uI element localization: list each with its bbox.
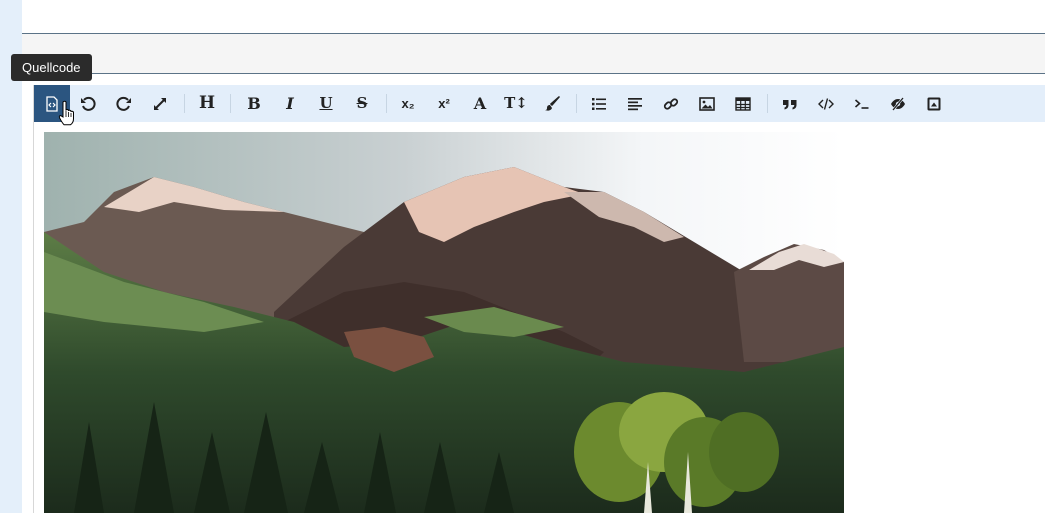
font-size-icon: T↕: [504, 94, 528, 112]
toolbar-separator: [576, 94, 577, 113]
expand-icon: [152, 96, 168, 112]
redo-button[interactable]: [106, 85, 142, 122]
heading-button[interactable]: H: [189, 85, 225, 122]
image-icon: [699, 96, 715, 112]
undo-icon: [80, 96, 96, 112]
redo-icon: [116, 96, 132, 112]
blockquote-button[interactable]: [772, 85, 808, 122]
section-bar: [22, 34, 1045, 74]
font-button[interactable]: A: [462, 85, 498, 122]
subscript-icon: x₂: [401, 96, 415, 111]
inline-code-button[interactable]: [808, 85, 844, 122]
underline-icon: U: [319, 94, 333, 112]
bold-icon: B: [247, 93, 261, 113]
page: H B I U S x₂ x² A T↕ Quellcode: [0, 0, 1045, 513]
rich-text-editor[interactable]: H B I U S x₂ x² A T↕: [33, 85, 1045, 513]
toolbar-separator: [386, 94, 387, 113]
bold-button[interactable]: B: [236, 85, 272, 122]
table-icon: [735, 96, 751, 112]
toolbar-separator: [767, 94, 768, 113]
undo-button[interactable]: [70, 85, 106, 122]
text-field-area[interactable]: [22, 0, 1045, 34]
fullscreen-button[interactable]: [142, 85, 178, 122]
underline-button[interactable]: U: [308, 85, 344, 122]
paintbrush-icon: [544, 95, 560, 112]
link-button[interactable]: [653, 85, 689, 122]
hand-cursor-icon: [58, 100, 74, 133]
image-button[interactable]: [689, 85, 725, 122]
eye-slash-icon: [890, 96, 906, 112]
superscript-button[interactable]: x²: [426, 85, 462, 122]
content-image: [44, 132, 844, 513]
superscript-icon: x²: [438, 96, 450, 111]
font-size-button[interactable]: T↕: [498, 85, 534, 122]
subscript-button[interactable]: x₂: [390, 85, 426, 122]
media-button[interactable]: [916, 85, 952, 122]
list-icon: [591, 96, 607, 112]
align-button[interactable]: [617, 85, 653, 122]
heading-icon: H: [198, 93, 216, 113]
italic-button[interactable]: I: [272, 85, 308, 122]
align-left-icon: [627, 96, 643, 112]
tooltip: Quellcode: [11, 54, 92, 81]
code-icon: [818, 96, 834, 112]
spoiler-button[interactable]: [880, 85, 916, 122]
strikethrough-button[interactable]: S: [344, 85, 380, 122]
list-button[interactable]: [581, 85, 617, 122]
quote-icon: [782, 96, 798, 112]
italic-icon: I: [286, 93, 294, 113]
link-icon: [663, 96, 679, 112]
font-icon: A: [473, 93, 487, 113]
color-button[interactable]: [534, 85, 570, 122]
terminal-icon: [854, 96, 870, 112]
table-button[interactable]: [725, 85, 761, 122]
toolbar-separator: [184, 94, 185, 113]
caret-square-up-icon: [926, 96, 942, 112]
code-block-button[interactable]: [844, 85, 880, 122]
strikethrough-icon: S: [356, 94, 368, 112]
toolbar-separator: [230, 94, 231, 113]
editor-toolbar: H B I U S x₂ x² A T↕: [34, 85, 1045, 122]
